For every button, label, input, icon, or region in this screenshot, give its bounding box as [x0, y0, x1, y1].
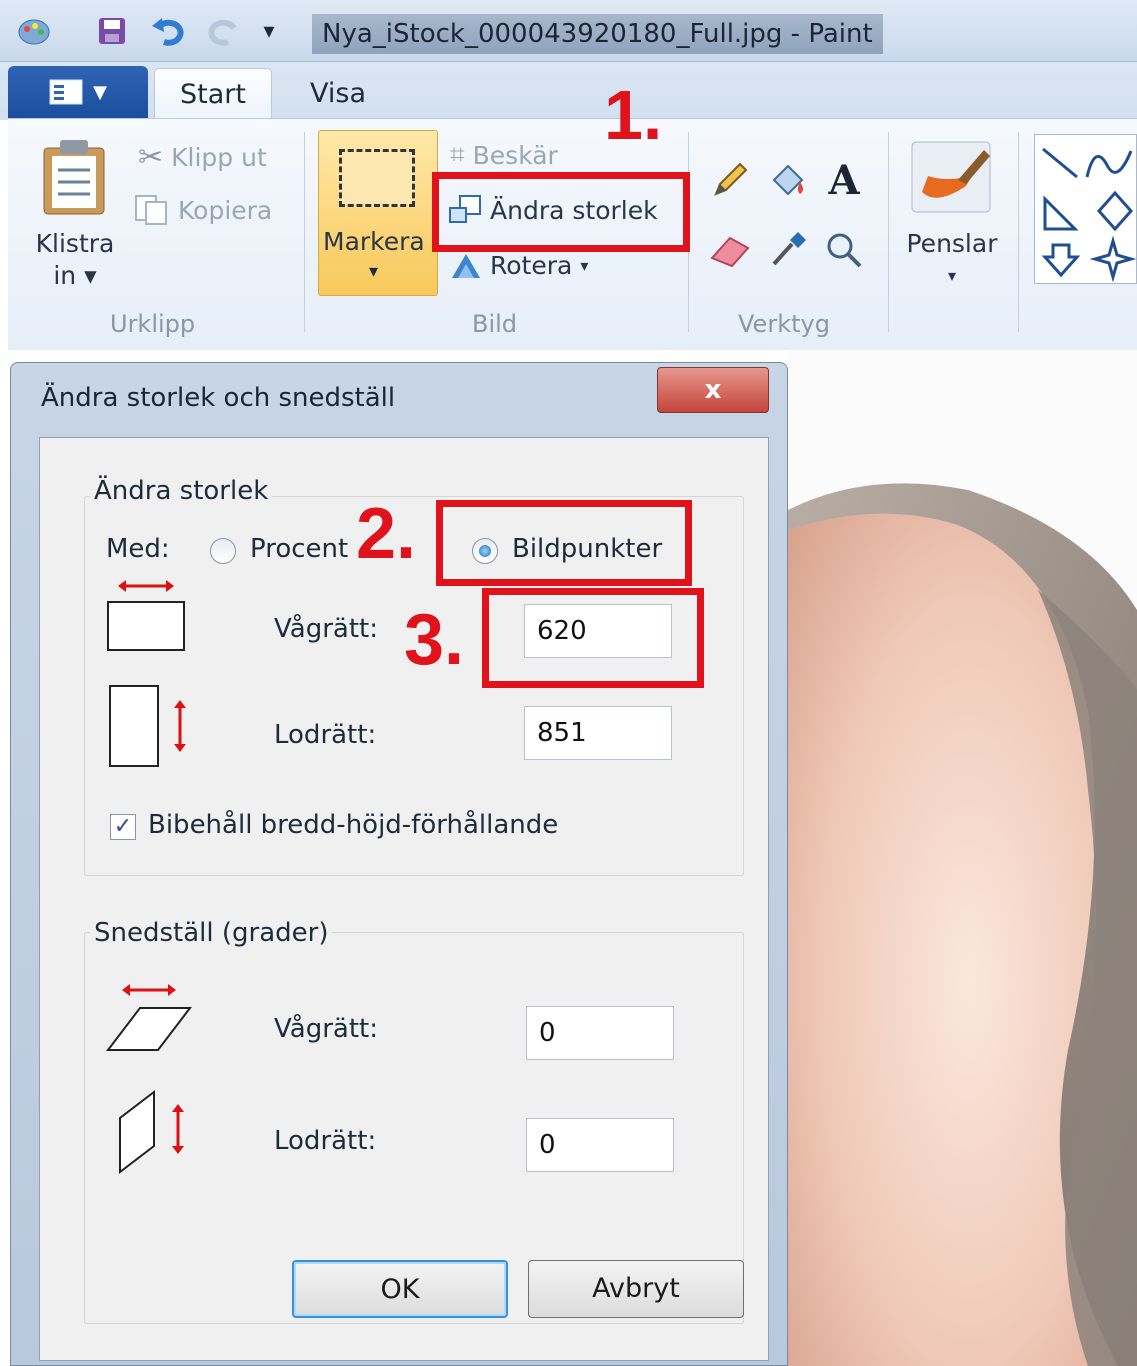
brush-icon[interactable]: [906, 136, 996, 220]
redo-icon[interactable]: [204, 14, 244, 48]
step-3-annotation: 3.: [404, 600, 465, 680]
chevron-down-icon: ▼: [93, 81, 107, 103]
photo: [788, 350, 1137, 1366]
by-label: Med:: [106, 534, 170, 564]
step-1-annotation: 1.: [604, 76, 663, 154]
select-label: Markera: [323, 227, 425, 256]
selection-icon: [339, 149, 415, 207]
close-button[interactable]: x: [657, 367, 769, 413]
magnifier-icon[interactable]: [816, 222, 872, 278]
ribbon-separator: [304, 132, 305, 332]
save-icon[interactable]: [92, 14, 132, 48]
image-canvas: [788, 350, 1137, 1366]
ribbon-separator: [888, 132, 889, 332]
select-button[interactable]: Markera ▾: [318, 130, 438, 296]
horizontal-resize-icon: [104, 572, 190, 658]
vertical-resize-icon: [106, 684, 196, 774]
ribbon-separator: [1018, 132, 1019, 332]
horizontal-skew-icon: [104, 978, 194, 1062]
menu-icon: [49, 79, 83, 105]
paste-label: Klistra: [35, 229, 115, 258]
vertical-input[interactable]: 851: [524, 706, 672, 760]
text-tool-icon[interactable]: A: [816, 152, 872, 208]
paste-button[interactable]: Klistra in ▾: [28, 228, 122, 292]
pencil-icon[interactable]: [702, 152, 758, 208]
rotate-button[interactable]: Rotera ▾: [448, 250, 588, 280]
ribbon-tab-row: ▼ Start Visa: [0, 62, 1137, 120]
paste-icon[interactable]: [38, 138, 110, 220]
tab-start[interactable]: Start: [154, 68, 272, 120]
skew-vertical-input[interactable]: 0: [526, 1118, 674, 1172]
undo-icon[interactable]: [146, 14, 190, 48]
chevron-down-icon: ▾: [580, 255, 589, 275]
paste-label-2: in ▾: [53, 261, 97, 290]
close-icon: x: [704, 375, 722, 405]
cancel-button[interactable]: Avbryt: [528, 1260, 744, 1318]
copy-label: Kopiera: [178, 195, 273, 225]
window-title: Nya_iStock_000043920180_Full.jpg - Paint: [312, 14, 883, 54]
title-bar: ▾ Nya_iStock_000043920180_Full.jpg - Pai…: [0, 0, 1137, 62]
scissors-icon: ✂: [138, 140, 164, 175]
copy-icon: [135, 195, 167, 225]
dialog-title: Ändra storlek och snedställ: [41, 383, 396, 413]
image-group-label: Bild: [472, 310, 518, 338]
rotate-label: Rotera: [490, 250, 573, 280]
fill-bucket-icon[interactable]: [760, 152, 816, 208]
percent-radio[interactable]: [210, 538, 236, 564]
keep-ratio-checkbox[interactable]: ✓: [110, 814, 136, 840]
resize-group-title: Ändra storlek: [90, 476, 273, 506]
shapes-icon: [1041, 147, 1137, 283]
percent-label[interactable]: Procent: [250, 534, 348, 564]
shapes-gallery[interactable]: [1034, 134, 1137, 284]
chevron-down-icon: ▾: [947, 266, 957, 285]
vertical-label: Lodrätt:: [274, 720, 377, 750]
tools-group-label: Verktyg: [738, 310, 830, 338]
copy-button[interactable]: Kopiera: [134, 194, 272, 226]
brushes-label: Penslar: [906, 229, 998, 258]
step-1-highlight: [432, 172, 690, 252]
skew-vertical-label: Lodrätt:: [274, 1126, 377, 1156]
tab-visa[interactable]: Visa: [290, 68, 386, 120]
step-2-annotation: 2.: [356, 494, 417, 574]
skew-horizontal-label: Vågrätt:: [274, 1014, 378, 1044]
cut-button[interactable]: ✂ Klipp ut: [138, 140, 267, 175]
keep-ratio-label[interactable]: Bibehåll bredd-höjd-förhållande: [148, 810, 558, 840]
vertical-skew-icon: [114, 1088, 204, 1182]
color-picker-icon[interactable]: [760, 222, 816, 278]
customize-quick-access-icon[interactable]: ▾: [254, 14, 284, 48]
cut-label: Klipp ut: [171, 143, 267, 172]
ok-button[interactable]: OK: [292, 1260, 508, 1318]
crop-icon: ⌗: [450, 140, 465, 170]
step-2-highlight: [436, 500, 692, 586]
crop-button[interactable]: ⌗ Beskär: [450, 140, 558, 171]
chevron-down-icon: ▾: [369, 261, 379, 282]
step-3-highlight: [482, 588, 704, 688]
clipboard-group-label: Urklipp: [110, 310, 196, 338]
rotate-icon: [452, 254, 480, 278]
skew-horizontal-input[interactable]: 0: [526, 1006, 674, 1060]
crop-label: Beskär: [472, 141, 558, 170]
brushes-button[interactable]: Penslar ▾: [898, 228, 1006, 292]
skew-group-title: Snedställ (grader): [90, 918, 333, 948]
horizontal-label: Vågrätt:: [274, 614, 378, 644]
paint-window: ▾ Nya_iStock_000043920180_Full.jpg - Pai…: [0, 0, 1137, 1366]
eraser-icon[interactable]: [702, 222, 758, 278]
paint-app-icon[interactable]: [12, 14, 56, 48]
paint-menu-button[interactable]: ▼: [8, 66, 148, 118]
